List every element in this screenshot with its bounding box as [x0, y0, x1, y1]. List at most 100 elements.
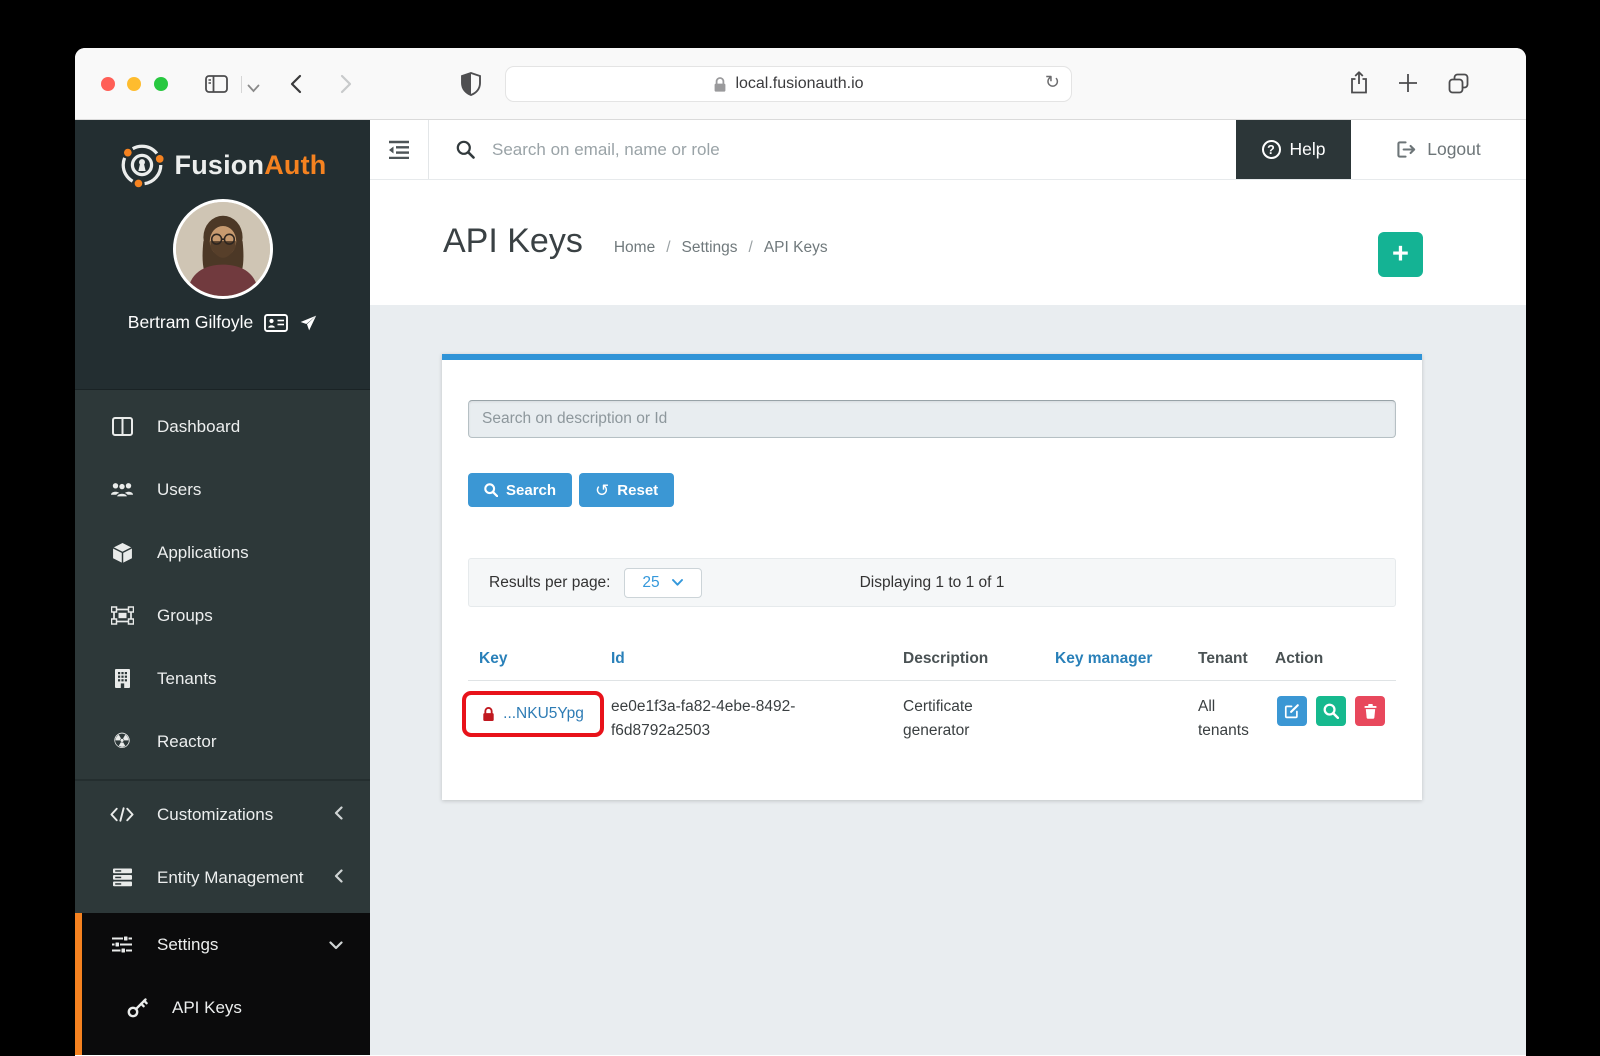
- page-title: API Keys: [443, 222, 583, 261]
- search-icon: [456, 140, 475, 159]
- key-icon: [125, 996, 149, 1019]
- sidebar-profile-section: FusionAuth Bert: [75, 120, 370, 390]
- reload-icon[interactable]: ↻: [1045, 72, 1060, 93]
- sidebar-item-tenants[interactable]: Tenants: [75, 647, 370, 710]
- screenshot-background: local.fusionauth.io ↻: [0, 0, 1600, 1056]
- chevron-left-icon: [334, 868, 343, 888]
- logout-button-label: Logout: [1427, 139, 1481, 160]
- id-card-icon[interactable]: [264, 314, 288, 332]
- logout-icon: [1396, 140, 1417, 159]
- sidebar-item-groups[interactable]: Groups: [75, 584, 370, 647]
- key-annotation-highlight: ...NKU5Ypg: [462, 691, 604, 737]
- building-icon: [110, 668, 134, 689]
- column-header-key-manager[interactable]: Key manager: [1055, 650, 1198, 668]
- help-icon: ?: [1262, 140, 1281, 159]
- column-header-key[interactable]: Key: [468, 650, 611, 668]
- logout-button[interactable]: Logout: [1351, 120, 1526, 179]
- back-button[interactable]: [285, 72, 309, 101]
- new-tab-icon[interactable]: [1397, 72, 1419, 99]
- collapse-menu-button[interactable]: [370, 120, 429, 179]
- search-button-label: Search: [506, 482, 556, 499]
- sidebar-item-reactor[interactable]: ☢ Reactor: [75, 710, 370, 773]
- sidebar-item-label: Reactor: [157, 732, 217, 752]
- help-button[interactable]: ? Help: [1236, 120, 1351, 179]
- sidebar-item-label: Customizations: [157, 805, 273, 825]
- user-name: Bertram Gilfoyle: [128, 312, 253, 333]
- fusionauth-logo[interactable]: FusionAuth: [75, 120, 370, 188]
- browser-chrome: local.fusionauth.io ↻: [75, 48, 1526, 120]
- sidebar-item-entity-management[interactable]: Entity Management: [75, 846, 370, 909]
- reset-button[interactable]: ↺ Reset: [579, 473, 674, 507]
- magnifier-icon: [1323, 703, 1339, 719]
- toolbar-divider: [241, 76, 242, 93]
- chevron-down-icon: [329, 935, 343, 955]
- results-per-page-select[interactable]: 25: [624, 568, 702, 598]
- minimize-window-button[interactable]: [127, 77, 141, 91]
- table-row: ...NKU5Ypg ee0e1f3a-fa82-4ebe-8492-f6d87…: [468, 681, 1396, 743]
- radiation-icon: ☢: [110, 731, 134, 752]
- plus-icon: +: [1392, 240, 1409, 269]
- sidebar-toggle-icon[interactable]: [204, 73, 229, 100]
- delete-key-button[interactable]: [1355, 696, 1385, 726]
- code-icon: [110, 807, 134, 822]
- users-icon: [110, 481, 134, 498]
- key-tenant-cell: All tenants: [1198, 689, 1258, 743]
- breadcrumb-home[interactable]: Home: [614, 239, 655, 257]
- add-api-key-button[interactable]: +: [1378, 232, 1423, 277]
- reset-icon: ↺: [595, 482, 609, 499]
- key-id-cell: ee0e1f3a-fa82-4ebe-8492-f6d8792a2503: [611, 689, 829, 743]
- search-icon: [484, 483, 498, 497]
- search-button[interactable]: Search: [468, 473, 572, 507]
- content-area: Search ↺ Reset Results per page: 25: [370, 305, 1526, 1055]
- results-per-page-value: 25: [642, 574, 659, 592]
- view-key-button[interactable]: [1316, 696, 1346, 726]
- close-window-button[interactable]: [101, 77, 115, 91]
- key-link[interactable]: ...NKU5Ypg: [503, 705, 584, 723]
- sidebar-nav-primary: Dashboard Users Applications Groups Tena…: [75, 390, 370, 779]
- column-header-id[interactable]: Id: [611, 650, 903, 668]
- table-header-row: Key Id Description Key manager Tenant Ac…: [468, 637, 1396, 681]
- send-icon[interactable]: [299, 314, 317, 332]
- sidebar-item-dashboard[interactable]: Dashboard: [75, 395, 370, 458]
- global-search-input[interactable]: [490, 139, 1236, 161]
- sidebar-item-label: Dashboard: [157, 417, 240, 437]
- avatar[interactable]: [173, 199, 273, 299]
- row-actions: [1275, 689, 1396, 726]
- tls-lock-icon: [713, 76, 727, 93]
- reset-button-label: Reset: [617, 482, 658, 499]
- panel-search-input[interactable]: [468, 400, 1396, 438]
- results-per-page-label: Results per page:: [489, 574, 611, 592]
- address-bar[interactable]: local.fusionauth.io ↻: [505, 66, 1072, 102]
- fusionauth-logo-text: FusionAuth: [175, 150, 327, 181]
- sidebar-item-label: Entity Management: [157, 868, 303, 888]
- tab-overview-icon[interactable]: [1446, 71, 1471, 101]
- shield-privacy-icon[interactable]: [459, 71, 483, 102]
- sidebar-item-label: Settings: [157, 935, 218, 955]
- sidebar-nav-groups: Customizations Entity Management: [75, 779, 370, 913]
- fusionauth-logo-icon: [119, 142, 165, 188]
- breadcrumb-api-keys: API Keys: [764, 239, 828, 257]
- sidebar-item-api-keys[interactable]: API Keys: [82, 976, 370, 1039]
- edit-pencil-icon: [1284, 703, 1300, 719]
- share-icon[interactable]: [1347, 69, 1371, 101]
- outdent-icon: [387, 140, 411, 159]
- sidebar-item-settings[interactable]: Settings: [82, 913, 370, 976]
- main-area: ? Help Logout API Keys Home / Setting: [370, 120, 1526, 1055]
- lock-icon: [482, 706, 495, 722]
- chevron-down-icon[interactable]: [247, 80, 260, 98]
- sidebar-item-applications[interactable]: Applications: [75, 521, 370, 584]
- sidebar-item-label: Tenants: [157, 669, 217, 689]
- breadcrumb-settings[interactable]: Settings: [682, 239, 738, 257]
- url-text: local.fusionauth.io: [735, 75, 863, 93]
- sidebar-item-users[interactable]: Users: [75, 458, 370, 521]
- chevron-left-icon: [334, 805, 343, 825]
- forward-button[interactable]: [333, 72, 357, 101]
- dashboard-icon: [110, 417, 134, 436]
- sidebar-item-customizations[interactable]: Customizations: [75, 783, 370, 846]
- chevron-down-icon: [672, 579, 683, 586]
- app-topbar: ? Help Logout: [370, 120, 1526, 180]
- edit-key-button[interactable]: [1277, 696, 1307, 726]
- zoom-window-button[interactable]: [154, 77, 168, 91]
- sliders-icon: [110, 935, 134, 954]
- sidebar-item-label: Applications: [157, 543, 249, 563]
